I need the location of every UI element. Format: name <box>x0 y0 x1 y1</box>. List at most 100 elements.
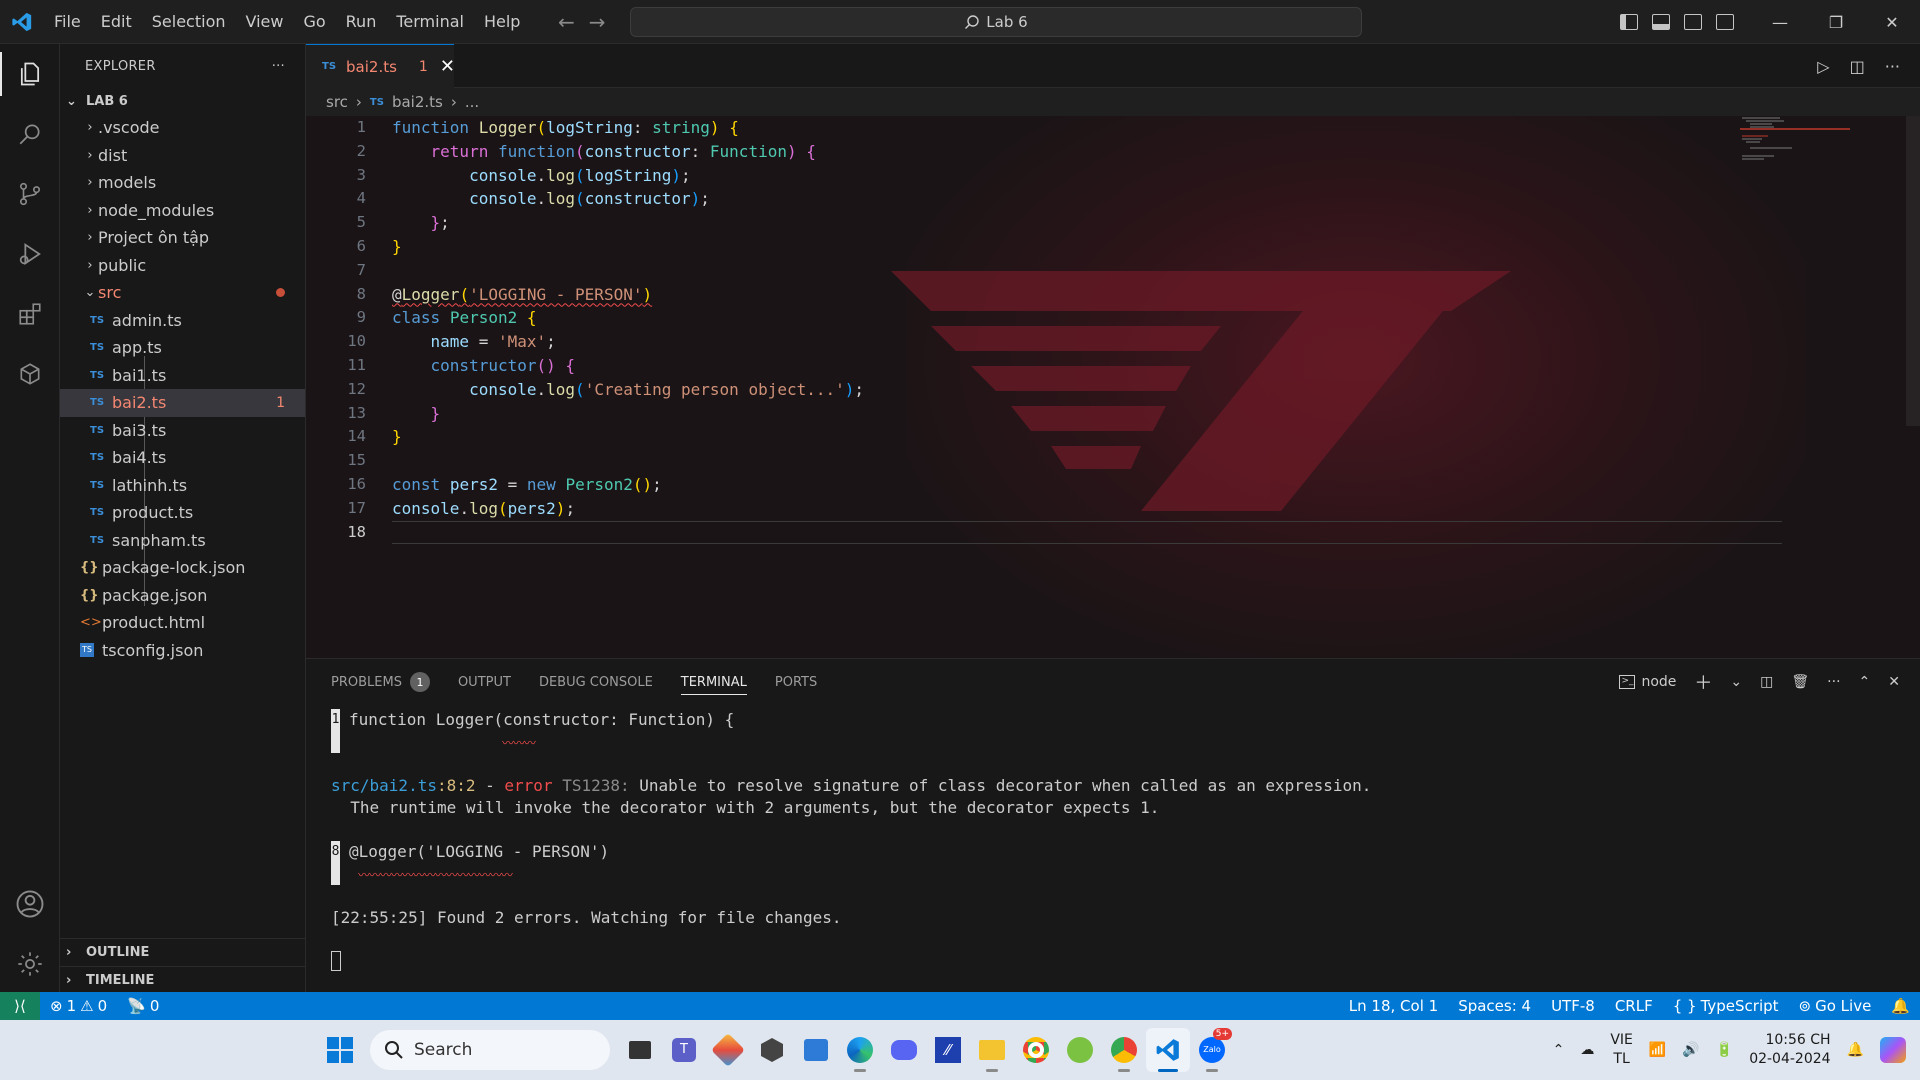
close-icon[interactable]: ✕ <box>1864 0 1920 44</box>
problems-status[interactable]: ⊗ 1 ⚠ 0 <box>40 997 117 1015</box>
tree-item-node-modules[interactable]: › node_modules <box>60 197 305 225</box>
copilot-icon[interactable] <box>1880 1037 1906 1063</box>
menu-terminal[interactable]: Terminal <box>386 0 474 44</box>
toggle-primary-sidebar-icon[interactable] <box>1620 14 1638 30</box>
cursor-position[interactable]: Ln 18, Col 1 <box>1339 997 1448 1015</box>
remote-indicator-icon[interactable]: ⟩⟨ <box>0 992 40 1020</box>
menu-help[interactable]: Help <box>474 0 530 44</box>
onedrive-icon[interactable]: ☁ <box>1580 1042 1594 1058</box>
menu-run[interactable]: Run <box>336 0 387 44</box>
breadcrumb-more[interactable]: ... <box>465 93 479 111</box>
terminal-shell-selector[interactable]: >_ node <box>1619 674 1676 690</box>
code-content[interactable]: function Logger(logString: string) { ret… <box>392 116 1782 658</box>
tree-item-vscode[interactable]: › .vscode <box>60 114 305 142</box>
toggle-panel-icon[interactable] <box>1652 14 1670 30</box>
minimap[interactable] <box>1740 116 1850 176</box>
tree-item-dist[interactable]: › dist <box>60 142 305 170</box>
notification-bell-icon[interactable]: 🔔 <box>1847 1042 1864 1058</box>
volume-icon[interactable]: 🔊 <box>1682 1042 1699 1058</box>
tree-item-bai1-ts[interactable]: TS bai1.ts <box>60 362 305 390</box>
trash-icon[interactable]: 🗑 <box>1791 674 1809 690</box>
input-language[interactable]: VIE TL <box>1610 1031 1633 1069</box>
go-live-button[interactable]: ⊚ Go Live <box>1789 997 1882 1015</box>
tree-item-app-ts[interactable]: TS app.ts <box>60 334 305 362</box>
menu-selection[interactable]: Selection <box>142 0 236 44</box>
tree-item-bai2-ts[interactable]: TS bai2.ts 1 <box>60 389 305 417</box>
zalo-icon[interactable]: Zalo 5+ <box>1190 1028 1234 1072</box>
tree-item-tsconfig-json[interactable]: TS tsconfig.json <box>60 637 305 665</box>
more-actions-icon[interactable]: ··· <box>272 59 285 74</box>
run-file-icon[interactable]: ▷ <box>1817 57 1829 76</box>
tree-item-lathinh-ts[interactable]: TS lathinh.ts <box>60 472 305 500</box>
menu-view[interactable]: View <box>236 0 294 44</box>
tree-item-package-lock-json[interactable]: {} package-lock.json <box>60 554 305 582</box>
restore-icon[interactable]: ❐ <box>1808 0 1864 44</box>
command-center-search[interactable]: Lab 6 <box>630 7 1362 37</box>
tab-terminal[interactable]: TERMINAL <box>680 659 748 705</box>
battery-icon[interactable]: 🔋 <box>1716 1042 1733 1058</box>
timeline-section[interactable]: › TIMELINE <box>60 966 306 994</box>
encoding[interactable]: UTF-8 <box>1541 997 1605 1015</box>
edge-browser-icon[interactable] <box>838 1028 882 1072</box>
vscode-taskbar-icon[interactable] <box>1146 1028 1190 1072</box>
tree-item-package-json[interactable]: {} package.json <box>60 582 305 610</box>
split-terminal-icon[interactable]: ◫ <box>1760 674 1773 690</box>
terminal-output[interactable]: 1 function Logger(constructor: Function) … <box>331 709 1371 973</box>
ports-status[interactable]: 📡 0 <box>117 997 169 1015</box>
tab-problems[interactable]: PROBLEMS 1 <box>331 659 430 705</box>
task-view-icon[interactable] <box>618 1028 662 1072</box>
maximize-panel-icon[interactable]: ⌃ <box>1859 674 1871 690</box>
microsoft-store-icon[interactable] <box>794 1028 838 1072</box>
tree-item-bai4-ts[interactable]: TS bai4.ts <box>60 444 305 472</box>
split-editor-icon[interactable]: ◫ <box>1850 57 1865 76</box>
menu-go[interactable]: Go <box>293 0 335 44</box>
chevron-down-icon[interactable]: ⌄ <box>1730 674 1742 690</box>
forward-arrow-icon[interactable]: → <box>589 10 606 34</box>
teams-icon[interactable]: T <box>662 1028 706 1072</box>
end-of-line[interactable]: CRLF <box>1605 997 1663 1015</box>
code-editor[interactable]: 1 2 3 4 5 6 7 8 9 10 11 12 13 14 15 16 1… <box>306 116 1920 658</box>
tab-ports[interactable]: PORTS <box>775 659 817 705</box>
photos-icon[interactable] <box>706 1028 750 1072</box>
unity-icon[interactable] <box>750 1028 794 1072</box>
new-terminal-plus-icon[interactable]: ＋ <box>1694 669 1712 695</box>
tree-item-product-ts[interactable]: TS product.ts <box>60 499 305 527</box>
chrome-icon[interactable] <box>1014 1028 1058 1072</box>
wifi-icon[interactable]: 📶 <box>1649 1042 1666 1058</box>
tree-item-project-on-tap[interactable]: › Project ôn tập <box>60 224 305 252</box>
more-actions-icon[interactable]: ··· <box>1827 674 1840 690</box>
file-explorer-icon[interactable] <box>970 1028 1014 1072</box>
breadcrumb-file[interactable]: bai2.ts <box>392 93 443 111</box>
tab-debug-console[interactable]: DEBUG CONSOLE <box>539 659 653 705</box>
menu-edit[interactable]: Edit <box>91 0 142 44</box>
tree-item-admin-ts[interactable]: TS admin.ts <box>60 307 305 335</box>
coc-coc-browser-icon[interactable] <box>1058 1028 1102 1072</box>
tree-item-public[interactable]: › public <box>60 252 305 280</box>
remote-explorer-icon[interactable] <box>0 344 60 404</box>
search-icon[interactable] <box>0 104 60 164</box>
more-actions-icon[interactable]: ··· <box>1885 57 1900 76</box>
explorer-icon[interactable] <box>0 44 60 104</box>
back-arrow-icon[interactable]: ← <box>558 10 575 34</box>
breadcrumb-folder[interactable]: src <box>326 93 348 111</box>
notifications-bell-icon[interactable]: 🔔 <box>1881 997 1920 1015</box>
source-control-icon[interactable] <box>0 164 60 224</box>
tree-item-product-html[interactable]: <> product.html <box>60 609 305 637</box>
outline-section[interactable]: › OUTLINE <box>60 938 306 966</box>
workspace-folder[interactable]: ⌄ LAB 6 <box>60 88 305 114</box>
menu-file[interactable]: File <box>44 0 91 44</box>
editor-scrollbar[interactable] <box>1906 116 1920 426</box>
account-icon[interactable] <box>0 874 60 934</box>
toggle-secondary-sidebar-icon[interactable] <box>1684 14 1702 30</box>
close-panel-icon[interactable]: ✕ <box>1888 674 1900 690</box>
run-and-debug-icon[interactable] <box>0 224 60 284</box>
chevron-up-icon[interactable]: ⌃ <box>1553 1042 1565 1058</box>
close-tab-icon[interactable]: ✕ <box>440 56 455 77</box>
discord-icon[interactable] <box>882 1028 926 1072</box>
error-path[interactable]: src/bai2.ts <box>331 776 437 795</box>
settings-gear-icon[interactable] <box>0 934 60 994</box>
tree-item-models[interactable]: › models <box>60 169 305 197</box>
tab-output[interactable]: OUTPUT <box>458 659 511 705</box>
indentation[interactable]: Spaces: 4 <box>1448 997 1541 1015</box>
tab-bai2-ts[interactable]: TS bai2.ts 1 ✕ <box>306 44 455 88</box>
